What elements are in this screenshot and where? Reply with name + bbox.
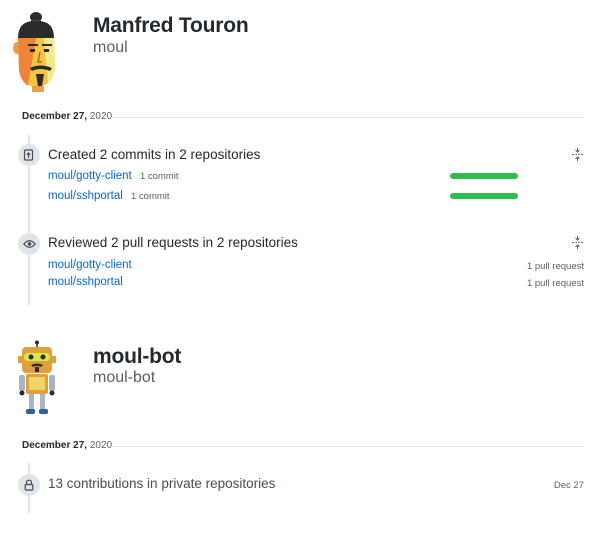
date-divider xyxy=(112,446,584,447)
date-day: December 27, xyxy=(22,440,88,451)
date-divider xyxy=(112,117,584,118)
timeline-date: December 27, 2020 xyxy=(22,440,112,451)
repo-link[interactable]: moul/gotty-client xyxy=(48,170,132,182)
commit-progress-track xyxy=(450,193,518,199)
avatar-illustration xyxy=(18,340,56,414)
user-name[interactable]: Manfred Touron xyxy=(93,14,249,38)
repo-link[interactable]: moul/sshportal xyxy=(48,190,123,202)
user-login[interactable]: moul-bot xyxy=(93,369,155,387)
repo-push-icon xyxy=(23,149,34,161)
commit-count[interactable]: 1 commit xyxy=(140,171,179,182)
commit-progress-bar xyxy=(450,193,518,199)
review-repo-link[interactable]: moul/gotty-client xyxy=(48,259,132,271)
review-repo-link[interactable]: moul/sshportal xyxy=(48,276,123,288)
avatar-manfred[interactable] xyxy=(8,8,64,92)
commit-repo-row: moul/sshportal 1 commit xyxy=(48,190,170,202)
eye-icon xyxy=(22,240,36,248)
collapse-commits-button[interactable] xyxy=(570,147,584,161)
commit-badge xyxy=(18,144,40,166)
commit-progress-bar xyxy=(450,173,518,179)
collapse-reviews-button[interactable] xyxy=(570,235,584,249)
fold-icon xyxy=(571,235,583,249)
contribution-date: Dec 27 xyxy=(553,480,584,491)
review-badge xyxy=(18,233,40,255)
avatar-moul-bot[interactable] xyxy=(14,340,60,416)
user-name[interactable]: moul-bot xyxy=(93,345,181,369)
commit-progress-track xyxy=(450,173,518,179)
reviews-summary: Reviewed 2 pull requests in 2 repositori… xyxy=(48,235,298,250)
review-count[interactable]: 1 pull request xyxy=(527,261,584,272)
date-day: December 27, xyxy=(22,111,88,122)
date-year: 2020 xyxy=(89,440,113,451)
fold-icon xyxy=(571,147,583,161)
review-count[interactable]: 1 pull request xyxy=(527,278,584,289)
timeline-date: December 27, 2020 xyxy=(22,111,112,122)
commit-count[interactable]: 1 commit xyxy=(131,191,170,202)
private-badge xyxy=(18,474,40,496)
user-login[interactable]: moul xyxy=(93,39,128,57)
lock-icon xyxy=(24,479,34,491)
commits-summary: Created 2 commits in 2 repositories xyxy=(48,147,261,162)
private-contributions: 13 contributions in private repositories xyxy=(48,476,276,491)
avatar-illustration xyxy=(13,12,55,92)
commit-repo-row: moul/gotty-client 1 commit xyxy=(48,170,178,182)
date-year: 2020 xyxy=(89,111,113,122)
